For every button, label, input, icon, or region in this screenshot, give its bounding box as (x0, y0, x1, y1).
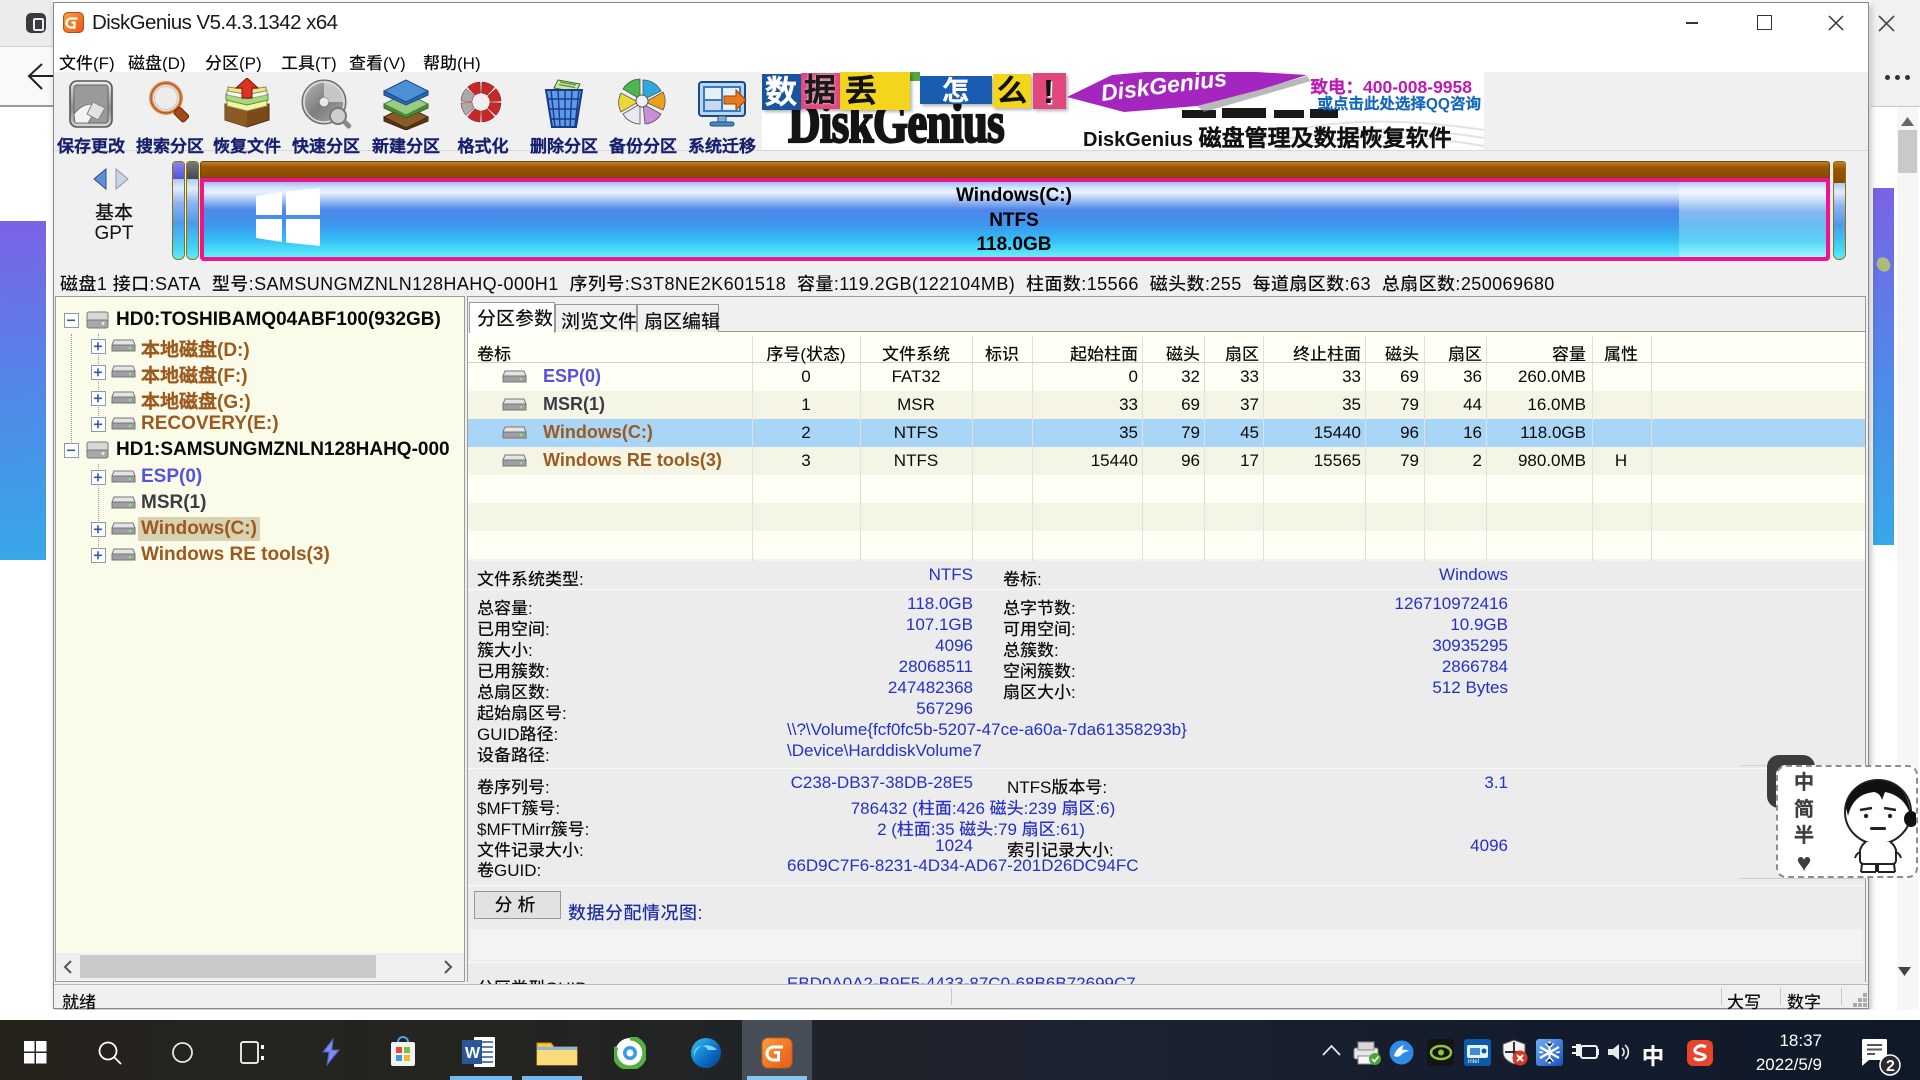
svg-text:intel: intel (1468, 1059, 1479, 1065)
svg-text:2: 2 (1886, 1058, 1895, 1075)
svg-text:W: W (465, 1045, 481, 1062)
